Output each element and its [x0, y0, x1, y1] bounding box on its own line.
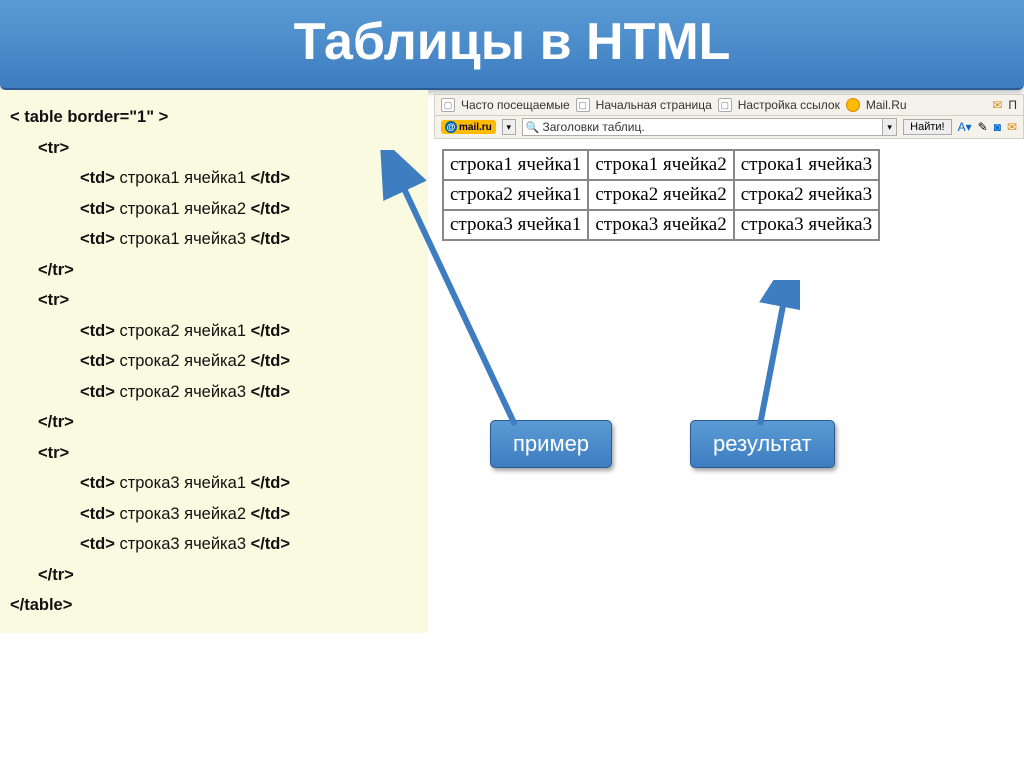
code-text: строка1 ячейка1	[119, 169, 250, 187]
bookmark-item[interactable]: Часто посещаемые	[461, 98, 570, 112]
table-cell: строка3 ячейка3	[734, 210, 879, 240]
callout-result: результат	[690, 420, 835, 468]
table-cell: строка2 ячейка1	[443, 180, 588, 210]
code-tag: </td>	[251, 169, 290, 187]
search-icon: 🔍	[523, 121, 543, 134]
code-text: строка1 ячейка2	[119, 200, 250, 218]
code-example-panel: < table border="1" > <tr> <td> строка1 я…	[0, 90, 428, 633]
mail-icon	[846, 98, 860, 112]
code-tag: <tr>	[38, 139, 69, 157]
bookmark-item[interactable]: Настройка ссылок	[738, 98, 840, 112]
table-cell: строка2 ячейка2	[588, 180, 733, 210]
table-row: строка3 ячейка1 строка3 ячейка2 строка3 …	[443, 210, 879, 240]
code-text: строка2 ячейка2	[119, 352, 250, 370]
code-text: строка2 ячейка1	[119, 322, 250, 340]
code-tag: <td>	[80, 505, 115, 523]
code-tag: <td>	[80, 230, 115, 248]
code-tag: <tr>	[38, 444, 69, 462]
code-tag: </td>	[251, 383, 290, 401]
at-icon: @	[445, 121, 457, 133]
code-tag: <td>	[80, 322, 115, 340]
table-cell: строка3 ячейка1	[443, 210, 588, 240]
table-cell: строка1 ячейка1	[443, 150, 588, 180]
font-icon[interactable]: A▾	[958, 120, 972, 134]
code-tag: </td>	[251, 352, 290, 370]
code-tag: <td>	[80, 200, 115, 218]
code-text: строка1 ячейка3	[119, 230, 250, 248]
search-toolbar: @mail.ru ▾ 🔍 Заголовки таблиц. ▾ Найти! …	[434, 115, 1024, 139]
code-tag: </td>	[251, 200, 290, 218]
highlight-icon[interactable]: ✎	[978, 120, 988, 134]
search-value: Заголовки таблиц.	[543, 120, 883, 134]
code-text: строка3 ячейка2	[119, 505, 250, 523]
page-title: Таблицы в HTML	[0, 0, 1024, 90]
code-tag: <td>	[80, 169, 115, 187]
code-tag: < table border="1" >	[10, 108, 168, 126]
bookmark-item[interactable]: Начальная страница	[596, 98, 712, 112]
code-tag: <td>	[80, 535, 115, 553]
code-tag: </table>	[10, 596, 72, 614]
table-row: строка1 ячейка1 строка1 ячейка2 строка1 …	[443, 150, 879, 180]
bookmark-bar: ▢ Часто посещаемые ▢ Начальная страница …	[434, 94, 1024, 115]
bookmark-item[interactable]: Mail.Ru	[866, 98, 907, 112]
code-tag: </td>	[251, 535, 290, 553]
code-tag: <td>	[80, 383, 115, 401]
code-text: строка3 ячейка3	[119, 535, 250, 553]
code-tag: </tr>	[38, 261, 74, 279]
table-cell: строка2 ячейка3	[734, 180, 879, 210]
code-tag: </tr>	[38, 413, 74, 431]
camera-icon[interactable]: ◙	[994, 120, 1001, 134]
table-cell: строка1 ячейка2	[588, 150, 733, 180]
table-row: строка2 ячейка1 строка2 ячейка2 строка2 …	[443, 180, 879, 210]
callout-example: пример	[490, 420, 612, 468]
code-text: строка2 ячейка3	[119, 383, 250, 401]
browser-result-panel: ▢ Часто посещаемые ▢ Начальная страница …	[428, 90, 1024, 633]
page-icon: ▢	[718, 98, 732, 112]
envelope-icon[interactable]: ✉	[992, 98, 1002, 112]
code-tag: </td>	[251, 230, 290, 248]
brand-label: mail.ru	[459, 122, 492, 133]
code-tag: </tr>	[38, 566, 74, 584]
dropdown-button[interactable]: ▾	[502, 119, 516, 135]
table-cell: строка3 ячейка2	[588, 210, 733, 240]
code-tag: </td>	[251, 474, 290, 492]
find-button[interactable]: Найти!	[903, 119, 951, 135]
search-input[interactable]: 🔍 Заголовки таблиц. ▾	[522, 118, 897, 136]
code-tag: </td>	[251, 505, 290, 523]
table-cell: строка1 ячейка3	[734, 150, 879, 180]
code-tag: </td>	[251, 322, 290, 340]
page-icon: ▢	[576, 98, 590, 112]
result-table: строка1 ячейка1 строка1 ячейка2 строка1 …	[442, 149, 880, 241]
code-tag: <tr>	[38, 291, 69, 309]
code-text: строка3 ячейка1	[119, 474, 250, 492]
mail-badge[interactable]: @mail.ru	[441, 120, 496, 134]
envelope-icon[interactable]: ✉	[1007, 120, 1017, 134]
bookmark-item: П	[1008, 98, 1017, 112]
chevron-down-icon[interactable]: ▾	[882, 119, 896, 135]
code-tag: <td>	[80, 352, 115, 370]
code-tag: <td>	[80, 474, 115, 492]
folder-icon: ▢	[441, 98, 455, 112]
